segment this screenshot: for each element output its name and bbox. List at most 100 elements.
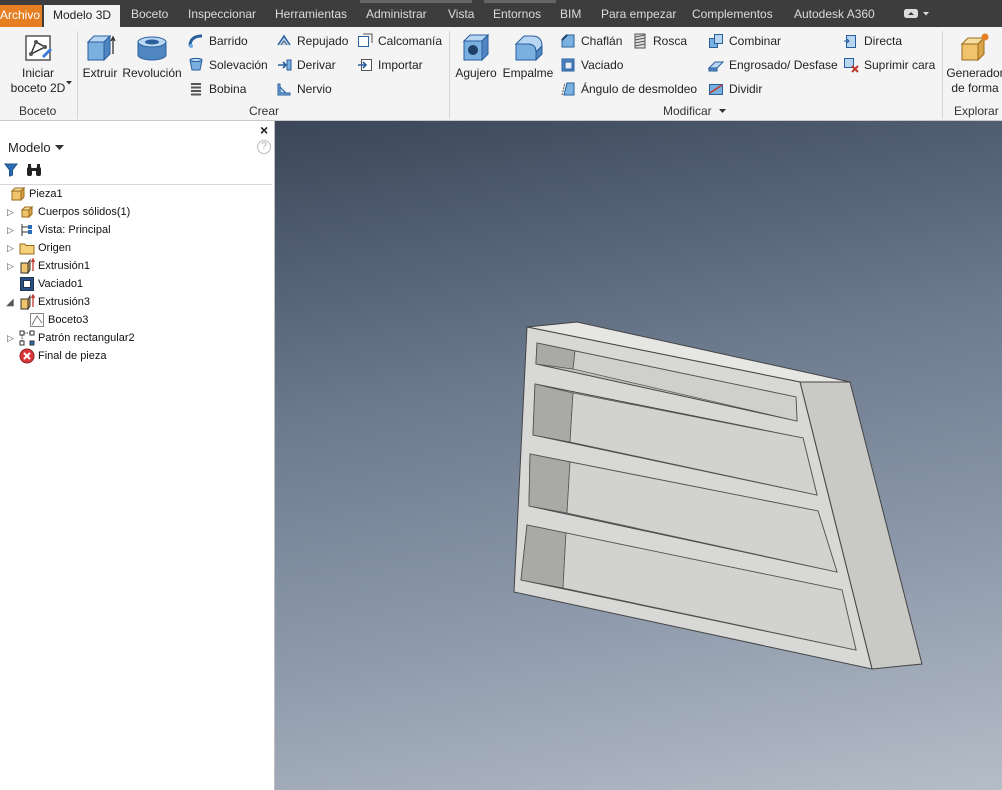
import-button[interactable]: Importar [357,56,423,74]
filter-icon[interactable] [4,163,18,177]
import-label: Importar [378,58,423,72]
group-separator [449,31,450,119]
tree-node-extrusion1[interactable]: Extrusión1 [19,257,90,275]
chevron-down-icon [923,11,929,15]
tree-node-label: Final de pieza [38,350,107,362]
pocket-slot-wall [532,383,574,443]
chevron-down-icon[interactable] [719,109,726,114]
extrude-button[interactable]: Extruir [82,32,118,81]
thicken-label: Engrosado/ Desfase [729,58,838,72]
part-3d-model[interactable] [275,121,1002,790]
start-2d-sketch-button[interactable]: Iniciar boceto 2D [8,32,68,96]
sweep-label: Barrido [209,34,248,48]
tab-entornos[interactable]: Entornos [493,7,541,21]
view-rep-icon [21,224,32,236]
tree-node-sketch3[interactable]: Boceto3 [29,311,88,329]
shape-generator-button[interactable]: Generador de forma [946,32,1002,96]
combine-label: Combinar [729,34,782,48]
shell-button[interactable]: Vaciado [560,56,623,74]
thread-label: Rosca [653,34,688,48]
panel-options-dropdown[interactable] [904,9,930,18]
group-title-explorar: Explorar [954,104,999,118]
emboss-label: Repujado [297,34,349,48]
collapse-arrow-icon[interactable]: ◢ [6,297,14,308]
extrusion-feature-icon [20,294,35,310]
expand-arrow-icon[interactable]: ▷ [7,261,14,272]
fillet-label: Empalme [502,66,554,80]
fillet-button[interactable]: Empalme [501,32,555,81]
tree-node-extrusion3[interactable]: Extrusión3 [19,293,90,311]
sweep-button[interactable]: Barrido [188,32,248,50]
split-icon [709,84,723,95]
revolve-label: Revolución [122,66,182,80]
tab-vista[interactable]: Vista [448,7,474,21]
emboss-button[interactable]: Repujado [276,32,348,50]
group-separator [77,31,78,119]
tab-herramientas[interactable]: Herramientas [275,7,347,21]
ribbon-tab-bar: Archivo Modelo 3D Boceto Inspeccionar He… [0,0,1002,27]
tree-node-label: Extrusión1 [38,260,90,272]
group-title-crear: Crear [249,104,280,118]
help-icon[interactable]: ? [257,140,271,154]
combine-button[interactable]: Combinar [708,32,781,50]
browser-title-dropdown[interactable]: Modelo [8,140,64,155]
expand-arrow-icon[interactable]: ▷ [7,243,14,254]
split-button[interactable]: Dividir [708,80,762,98]
group-title-modificar: Modificar [663,104,712,118]
tree-node-part[interactable]: Pieza1 [10,185,63,203]
derive-button[interactable]: Derivar [276,56,336,74]
hole-button[interactable]: Agujero [454,32,498,81]
revolve-button[interactable]: Revolución [121,32,183,81]
split-label: Dividir [729,82,763,96]
tree-node-rectangular-pattern2[interactable]: Patrón rectangular2 [19,329,135,347]
shape-generator-label: Generador de forma [946,66,1002,95]
chamfer-button[interactable]: Chaflán [560,32,622,50]
emboss-icon [277,34,291,46]
tab-archivo[interactable]: Archivo [0,5,42,27]
loft-button[interactable]: Solevación [188,56,268,74]
tree-node-shell1[interactable]: Vaciado1 [19,275,83,293]
tree-node-solid-bodies[interactable]: Cuerpos sólidos(1) [19,203,130,221]
draft-angle-button[interactable]: Ángulo de desmoldeo [560,80,697,98]
folder-icon [19,243,35,255]
coil-label: Bobina [209,82,247,96]
coil-button[interactable]: Bobina [188,80,246,98]
pocket-slot-wall [520,524,567,589]
decal-button[interactable]: Calcomanía [357,32,442,50]
tab-complementos[interactable]: Complementos [692,7,773,21]
extrude-icon [86,34,116,62]
rib-button[interactable]: Nervio [276,80,332,98]
direct-edit-label: Directa [864,34,903,48]
tree-node-origin[interactable]: Origen [19,239,71,257]
coil-icon [191,83,201,96]
binoculars-icon[interactable] [26,163,42,177]
close-icon[interactable]: × [260,122,268,138]
rib-label: Nervio [297,82,332,96]
pocket-slot-wall [528,453,571,514]
expand-arrow-icon[interactable]: ▷ [7,225,14,236]
chevron-down-icon[interactable] [66,81,72,85]
tab-inspeccionar[interactable]: Inspeccionar [188,7,256,21]
tree-node-end-of-part[interactable]: Final de pieza [19,347,107,365]
direct-edit-button[interactable]: Directa [843,32,902,50]
expand-arrow-icon[interactable]: ▷ [7,333,14,344]
graphics-viewport[interactable] [275,121,1002,790]
fillet-icon [514,35,543,62]
decal-icon [358,33,373,47]
tab-para-empezar[interactable]: Para empezar [601,7,676,21]
delete-face-label: Suprimir cara [864,58,936,72]
thicken-offset-button[interactable]: Engrosado/ Desfase [708,56,838,74]
tab-boceto[interactable]: Boceto [131,7,168,21]
thread-button[interactable]: Rosca [632,32,687,50]
tree-node-label: Cuerpos sólidos(1) [38,206,131,218]
thread-icon [634,33,646,49]
tree-node-label: Vaciado1 [38,278,84,290]
shell-icon [561,58,575,72]
delete-face-button[interactable]: Suprimir cara [843,56,935,74]
expand-arrow-icon[interactable]: ▷ [7,207,14,218]
tab-administrar[interactable]: Administrar [366,7,427,21]
tree-node-view[interactable]: Vista: Principal [19,221,111,239]
tab-bim[interactable]: BIM [560,7,581,21]
tab-autodesk-a360[interactable]: Autodesk A360 [794,7,875,21]
tab-modelo-3d[interactable]: Modelo 3D [44,5,120,27]
